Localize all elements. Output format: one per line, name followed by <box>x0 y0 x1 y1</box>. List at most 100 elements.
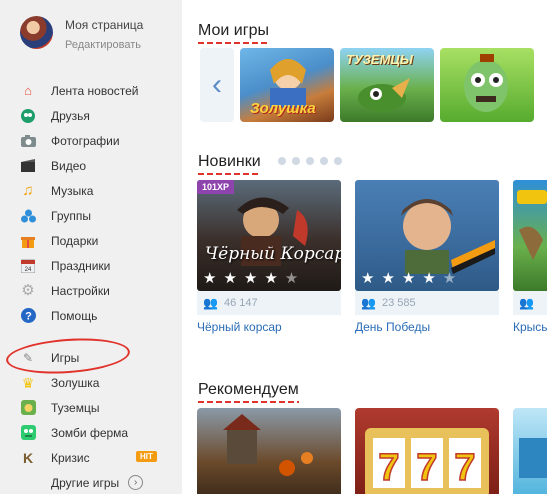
nav-settings[interactable]: ⚙ Настройки <box>20 278 180 303</box>
my-game-tile-zombie[interactable] <box>440 48 534 122</box>
krizis-icon: K <box>22 449 34 466</box>
card-stats: 👥 46 147 <box>197 291 341 315</box>
video-icon <box>20 158 36 174</box>
players-icon: 👥 <box>519 296 534 310</box>
rating-stars: ★★★★★ <box>203 270 306 287</box>
recommend-tile-2[interactable]: 7 7 7 <box>355 408 499 494</box>
avatar[interactable] <box>20 16 53 49</box>
nav-holidays[interactable]: 24 Праздники <box>20 253 180 278</box>
players-icon: 👥 <box>361 296 376 310</box>
nav-friends[interactable]: Друзья <box>20 103 180 128</box>
nav-gifts[interactable]: Подарки <box>20 228 180 253</box>
gear-icon: ⚙ <box>21 282 35 299</box>
nav-music[interactable]: ♫ Музыка <box>20 178 180 203</box>
nav-video[interactable]: Видео <box>20 153 180 178</box>
nav-groups[interactable]: Группы <box>20 203 180 228</box>
card-stats: 👥 23 585 <box>355 291 499 315</box>
nav-more-games[interactable]: Другие игры › <box>20 470 180 494</box>
svg-text:7: 7 <box>378 447 399 489</box>
zombie-art <box>464 54 508 112</box>
camera-icon <box>20 133 36 149</box>
zombie-icon <box>20 425 36 441</box>
profile-name-link[interactable]: Моя страница <box>65 18 143 32</box>
krys-art <box>517 190 547 260</box>
nav-label: Группы <box>51 208 91 223</box>
my-game-tile-zolushka[interactable]: Золушка <box>240 48 334 122</box>
strategy-art <box>223 414 313 476</box>
help-icon: ? <box>20 308 36 324</box>
nav-label: Друзья <box>51 108 90 123</box>
nav-label: Музыка <box>51 183 94 198</box>
svg-text:7: 7 <box>454 447 475 489</box>
carousel-dot[interactable] <box>320 157 328 165</box>
card-logo: Чёрный Корсар <box>205 244 341 264</box>
chevron-left-icon: ‹ <box>212 68 222 101</box>
nav-label: Видео <box>51 158 87 173</box>
players-icon: 👥 <box>203 296 218 310</box>
nav-feed[interactable]: ⌂ Лента новостей <box>20 78 180 103</box>
crown-icon: ♛ <box>21 374 35 391</box>
nav-label: Зомби ферма <box>51 425 129 440</box>
carousel-dot[interactable] <box>292 157 300 165</box>
section-title-new: Новинки <box>198 153 261 175</box>
nav-game-zolushka[interactable]: ♛ Золушка <box>20 370 180 395</box>
carousel-dot[interactable] <box>306 157 314 165</box>
recommend-art <box>519 438 547 478</box>
friends-icon <box>20 108 36 124</box>
groups-icon <box>20 208 36 224</box>
nav-label: Кризис <box>51 450 90 465</box>
carousel-prev-button[interactable]: ‹ <box>200 48 234 122</box>
nav-games[interactable]: ✎ Игры <box>4 334 180 378</box>
profile-edit-link[interactable]: Редактировать <box>65 39 141 51</box>
tile-logo: ТУЗЕМЦЫ <box>346 52 413 67</box>
left-sidebar: Моя страница Редактировать ⌂ Лента новос… <box>0 0 182 494</box>
nav-game-tuzemtsy[interactable]: Туземцы <box>20 395 180 420</box>
tuzemtsy-icon <box>20 400 36 416</box>
card-tag: 101XP <box>197 180 235 194</box>
card-title-link[interactable]: День Победы <box>355 320 430 334</box>
nav-label: Золушка <box>51 375 100 390</box>
card-stats: 👥 <box>513 291 547 315</box>
svg-text:24: 24 <box>25 267 32 273</box>
nav-label: Подарки <box>51 233 99 248</box>
music-icon: ♫ <box>22 182 34 199</box>
recommend-tile-1[interactable] <box>197 408 341 494</box>
nav-label: Фотографии <box>51 133 120 148</box>
nav-game-krizis[interactable]: K Кризис HIT <box>20 445 180 470</box>
main-nav: ⌂ Лента новостей Друзья Фотографии Видео… <box>4 78 180 494</box>
svg-text:?: ? <box>25 311 32 323</box>
carousel-dots <box>278 157 342 165</box>
my-game-tile-tuzemtsy[interactable]: ТУЗЕМЦЫ <box>340 48 434 122</box>
card-image[interactable]: 101XP Чёрный Корсар ★★★★★ <box>197 180 341 291</box>
nav-game-zombie[interactable]: Зомби ферма <box>20 420 180 445</box>
card-title-link[interactable]: Чёрный корсар <box>197 320 282 334</box>
nav-label: Туземцы <box>51 400 100 415</box>
nav-label: Помощь <box>51 308 98 323</box>
recommend-tile-3[interactable] <box>513 408 547 494</box>
section-title-recommend: Рекомендуем <box>198 381 299 403</box>
calendar-icon: 24 <box>20 258 36 274</box>
title-underline <box>198 173 261 175</box>
card-image[interactable]: ★★★★★ <box>355 180 499 291</box>
rating-stars: ★★★★★ <box>361 270 464 287</box>
carousel-dot[interactable] <box>278 157 286 165</box>
nav-help[interactable]: ? Помощь <box>20 303 180 328</box>
home-icon: ⌂ <box>24 83 32 98</box>
card-image[interactable] <box>513 180 547 291</box>
tile-logo: Золушка <box>250 100 316 117</box>
players-count: 23 585 <box>381 297 416 309</box>
gamepad-icon: ✎ <box>22 350 34 365</box>
nav-photos[interactable]: Фотографии <box>20 128 180 153</box>
chevron-right-icon[interactable]: › <box>128 475 144 490</box>
players-count: 46 147 <box>223 297 258 309</box>
title-underline <box>198 42 269 44</box>
nav-label: Настройки <box>51 283 110 298</box>
section-title-my-games: Мои игры <box>198 22 269 44</box>
nav-label: Праздники <box>51 258 111 273</box>
carousel-dot[interactable] <box>334 157 342 165</box>
svg-text:7: 7 <box>416 447 437 489</box>
nav-label: Игры <box>51 350 80 365</box>
card-title-link[interactable]: Крысь <box>513 320 547 334</box>
gift-icon <box>20 233 36 249</box>
slots-art: 7 7 7 <box>365 428 489 494</box>
